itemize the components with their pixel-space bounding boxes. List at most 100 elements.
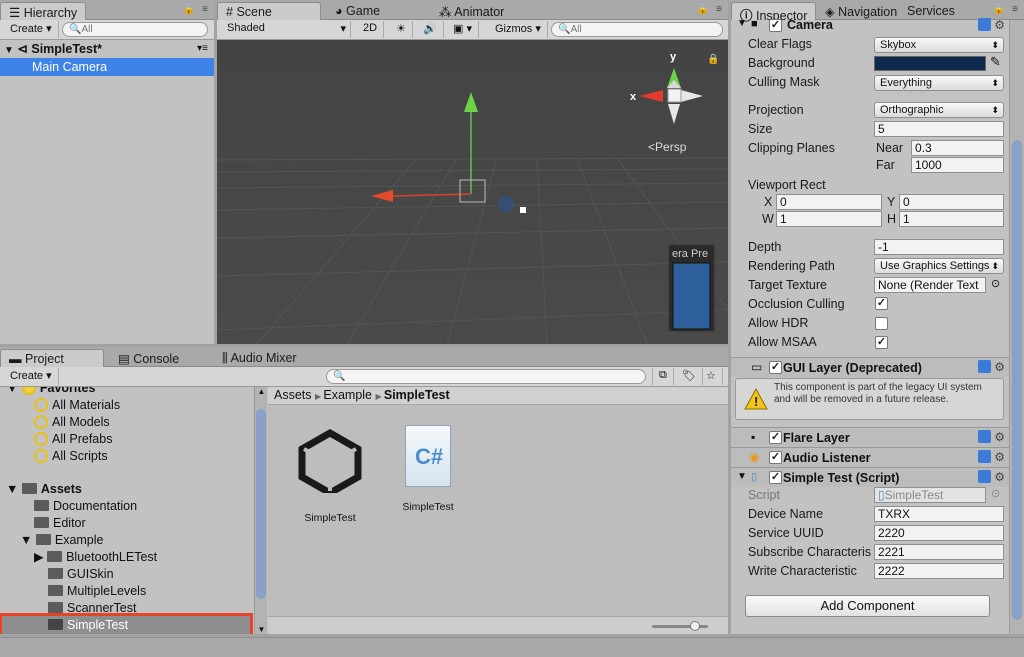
write-characteristic-input[interactable]: 2222 — [874, 563, 1004, 579]
viewport-y-input[interactable]: 0 — [899, 194, 1004, 210]
tab-scene[interactable]: # Scene — [217, 2, 321, 20]
asset-folder-row[interactable]: GUISkin — [0, 565, 254, 583]
depth-input[interactable]: -1 — [874, 239, 1004, 255]
projection-dropdown[interactable]: Orthographic ⬍ — [874, 102, 1004, 118]
rendering-path-dropdown[interactable]: Use Graphics Settings ⬍ — [874, 258, 1004, 274]
object-picker-icon[interactable]: ⊙ — [991, 277, 1000, 290]
favorite-item[interactable]: All Scripts — [0, 447, 254, 465]
scene-menu-icon[interactable]: ▾≡ — [197, 40, 208, 58]
settings-gear-icon[interactable]: ⚙ — [994, 18, 1005, 32]
near-input[interactable]: 0.3 — [911, 140, 1004, 156]
project-create-button[interactable]: Create ▾ — [4, 368, 59, 385]
occlusion-culling-checkbox[interactable]: ✓ — [875, 297, 888, 310]
allow-msaa-checkbox[interactable]: ✓ — [875, 336, 888, 349]
audio-listener-component-header[interactable]: ◉ ✓ Audio Listener ⚙ — [731, 447, 1009, 467]
tab-audio-mixer[interactable]: ⫼ Audio Mixer — [214, 349, 305, 367]
inspector-scrollbar[interactable] — [1009, 20, 1024, 634]
service-uuid-input[interactable]: 2220 — [874, 525, 1004, 541]
project-tree-scrollbar[interactable]: ▲ ▼ — [254, 387, 267, 634]
file-tile[interactable]: C# SimpleTest — [388, 425, 468, 519]
gizmos-dropdown[interactable]: Gizmos ▾ — [489, 21, 548, 38]
lighting-toggle-icon[interactable]: ☀ — [390, 21, 413, 38]
settings-gear-icon[interactable]: ⚙ — [994, 360, 1005, 374]
breadcrumb-item[interactable]: Example — [323, 388, 372, 402]
scroll-down-icon[interactable]: ▼ — [255, 625, 268, 634]
gizmo-center-cube-icon[interactable] — [667, 88, 682, 103]
flare-layer-enabled-checkbox[interactable]: ✓ — [769, 431, 782, 444]
asset-folder-row[interactable]: Editor — [0, 514, 254, 532]
expand-arrow-icon[interactable]: ▼ — [4, 45, 14, 56]
camera-enabled-checkbox[interactable]: ✓ — [769, 19, 782, 32]
culling-mask-dropdown[interactable]: Everything ⬍ — [874, 75, 1004, 91]
scene-search-input[interactable]: 🔍All — [551, 22, 723, 37]
clear-flags-dropdown[interactable]: Skybox ⬍ — [874, 37, 1004, 53]
scroll-up-icon[interactable]: ▲ — [255, 387, 268, 396]
asset-folder-row[interactable]: MultipleLevels — [0, 582, 254, 600]
favorite-item[interactable]: All Prefabs — [0, 430, 254, 448]
asset-folder-row[interactable]: ScannerTest — [0, 599, 254, 617]
help-book-icon[interactable] — [978, 360, 992, 373]
tab-game[interactable]: ◕ Game — [327, 2, 388, 20]
tab-animator[interactable]: ⁂ Animator — [431, 2, 512, 20]
scene-root-row[interactable]: ▼ ⊲ SimpleTest* ▾≡ — [0, 40, 214, 58]
shading-mode-dropdown[interactable]: Shaded ▾ — [221, 21, 351, 38]
allow-hdr-checkbox[interactable] — [875, 317, 888, 330]
project-search-input[interactable]: 🔍 — [326, 369, 646, 384]
scrollbar-thumb[interactable] — [1012, 140, 1022, 620]
hierarchy-create-button[interactable]: Create ▾ — [4, 21, 59, 38]
size-input[interactable]: 5 — [874, 121, 1004, 137]
effects-toggle-icon[interactable]: ▣ ▾ — [447, 21, 479, 38]
settings-gear-icon[interactable]: ⚙ — [994, 430, 1005, 444]
expand-arrow-icon[interactable]: ▼ — [737, 18, 747, 29]
tab-options-icon[interactable]: 🔒 ≡ — [183, 4, 210, 15]
tab-options-icon[interactable]: 🔒 ≡ — [993, 4, 1020, 15]
tab-project[interactable]: ▬ Project — [0, 349, 104, 367]
flare-layer-component-header[interactable]: ▪ ✓ Flare Layer ⚙ — [731, 427, 1009, 447]
viewport-x-input[interactable]: 0 — [776, 194, 882, 210]
z-axis-handle-icon[interactable] — [520, 207, 526, 213]
icon-size-slider[interactable] — [652, 621, 708, 631]
filter-by-type-icon[interactable]: ⧉ — [652, 368, 674, 385]
assets-root-row[interactable]: ▼ Assets — [0, 480, 254, 498]
audio-toggle-icon[interactable]: 🔊 — [417, 21, 444, 38]
mode-2d-button[interactable]: 2D — [357, 21, 385, 38]
viewport-h-input[interactable]: 1 — [899, 211, 1004, 227]
camera-component-header[interactable]: ▼ ■ ✓ Camera ⚙ — [731, 18, 1009, 34]
help-book-icon[interactable] — [978, 450, 992, 463]
slider-handle[interactable] — [690, 621, 700, 631]
expand-arrow-icon[interactable]: ▼ — [737, 471, 747, 482]
asset-folder-row-selected[interactable]: SimpleTest — [0, 613, 253, 634]
favorite-item[interactable]: All Models — [0, 413, 254, 431]
settings-gear-icon[interactable]: ⚙ — [994, 470, 1005, 484]
help-book-icon[interactable] — [978, 18, 992, 31]
persp-label[interactable]: <Persp — [648, 140, 687, 154]
background-color-swatch[interactable] — [874, 56, 986, 71]
gui-layer-component-header[interactable]: ▭ ✓ GUI Layer (Deprecated) ⚙ — [731, 357, 1009, 377]
viewport-w-input[interactable]: 1 — [776, 211, 882, 227]
settings-gear-icon[interactable]: ⚙ — [994, 450, 1005, 464]
scene-viewport[interactable]: y x <Persp 🔒 era Pre — [217, 40, 728, 344]
favorite-item[interactable]: All Materials — [0, 396, 254, 414]
subscribe-characteristic-input[interactable]: 2221 — [874, 544, 1004, 560]
tab-options-icon[interactable]: 🔒 ≡ — [697, 4, 724, 15]
help-book-icon[interactable] — [978, 430, 992, 443]
asset-folder-row[interactable]: Documentation — [0, 497, 254, 515]
hierarchy-item-main-camera[interactable]: Main Camera — [0, 58, 214, 76]
breadcrumb-item[interactable]: Assets — [274, 388, 312, 402]
simple-test-component-header[interactable]: ▼ ▯ ✓ Simple Test (Script) ⚙ — [731, 467, 1009, 487]
gui-layer-enabled-checkbox[interactable]: ✓ — [769, 361, 782, 374]
viewport-lock-icon[interactable]: 🔒 — [707, 53, 719, 65]
simple-test-enabled-checkbox[interactable]: ✓ — [769, 471, 782, 484]
tab-hierarchy[interactable]: ☰ Hierarchy — [0, 2, 87, 20]
tab-console[interactable]: ▤ Console — [110, 349, 187, 367]
far-input[interactable]: 1000 — [911, 157, 1004, 173]
hierarchy-search-input[interactable]: 🔍All — [62, 22, 208, 37]
favorite-star-icon[interactable]: ☆ — [700, 368, 723, 385]
help-book-icon[interactable] — [978, 470, 992, 483]
eyedropper-icon[interactable]: ✎ — [990, 54, 1001, 70]
filter-by-label-icon[interactable]: 🏷 — [676, 368, 703, 385]
add-component-button[interactable]: Add Component — [745, 595, 990, 617]
asset-folder-row[interactable]: ▶ BluetoothLETest — [0, 548, 254, 566]
file-tile[interactable]: SimpleTest — [290, 428, 370, 524]
scrollbar-thumb[interactable] — [256, 409, 266, 599]
